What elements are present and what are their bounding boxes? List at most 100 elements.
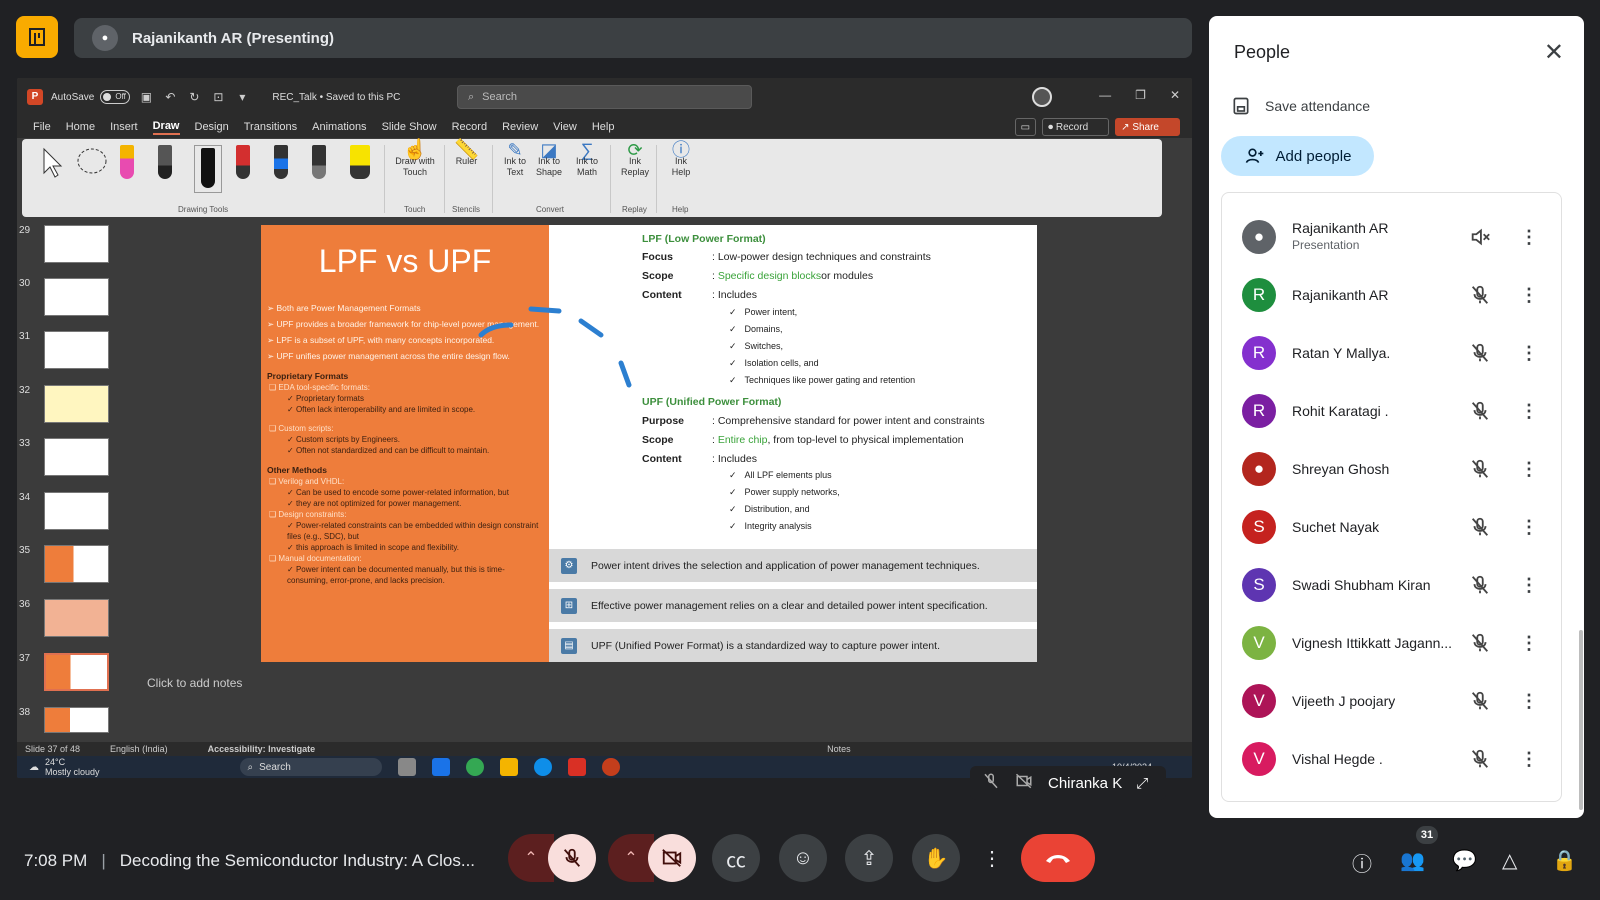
slide-thumb-37-selected[interactable] (44, 653, 109, 691)
more-options-icon[interactable]: ⋮ (1520, 517, 1538, 538)
shared-screen[interactable]: P AutoSave Off ▣ ↶ ↻ ⊡ ▾ REC_Talk • Save… (17, 78, 1192, 778)
draw-with-touch-button[interactable]: ☝ Draw with Touch (394, 140, 436, 178)
pen-red[interactable] (236, 145, 250, 181)
slide-thumb-33[interactable] (44, 438, 109, 476)
mic-off-icon[interactable] (1468, 689, 1492, 713)
accessibility-status[interactable]: Accessibility: Investigate (208, 744, 316, 754)
ink-to-shape-button[interactable]: ◪ Ink to Shape (534, 141, 564, 178)
autosave-toggle[interactable]: Off (100, 90, 131, 104)
redo-icon[interactable]: ↻ (186, 90, 202, 104)
menu-design[interactable]: Design (195, 121, 229, 133)
notes-placeholder[interactable]: Click to add notes (147, 676, 242, 690)
record-button[interactable]: ⏺ Record (1042, 118, 1110, 136)
mic-off-icon[interactable] (1468, 283, 1492, 307)
taskbar-app-icon[interactable] (431, 758, 450, 776)
menu-review[interactable]: Review (502, 121, 538, 133)
participant-row[interactable]: R Ratan Y Mallya. ⋮ (1222, 324, 1561, 382)
current-slide[interactable]: LPF vs UPF ➢ Both are Power Management F… (261, 225, 1037, 662)
mic-off-icon[interactable] (1468, 631, 1492, 655)
share-button[interactable]: ↗ Share (1115, 118, 1180, 136)
slide-thumb-30[interactable] (44, 278, 109, 316)
ppt-search-box[interactable]: ⌕ Search (457, 85, 752, 109)
present-button[interactable]: ⇪ (845, 834, 893, 882)
camera-toggle-button[interactable] (648, 834, 696, 882)
language-status[interactable]: English (India) (110, 744, 168, 754)
floating-self-view[interactable]: Chiranka K ⤢ (970, 766, 1166, 800)
document-title[interactable]: REC_Talk • Saved to this PC (272, 92, 400, 103)
more-options-icon[interactable]: ⋮ (1520, 575, 1538, 596)
add-people-button[interactable]: Add people (1221, 136, 1374, 176)
participant-row[interactable]: ● Shreyan Ghosh ⋮ (1222, 440, 1561, 498)
comments-button[interactable]: ▭ (1014, 118, 1037, 136)
pen-black-1[interactable] (158, 145, 172, 181)
more-options-icon[interactable]: ⋮ (1520, 459, 1538, 480)
slide-thumb-31[interactable] (44, 331, 109, 369)
taskbar-app-icon[interactable] (397, 758, 416, 776)
more-options-icon[interactable]: ⋮ (1520, 227, 1538, 248)
ink-to-math-button[interactable]: ∑ Ink to Math (570, 141, 604, 178)
mic-off-icon[interactable] (1468, 341, 1492, 365)
minimize-icon[interactable]: — (1099, 88, 1111, 102)
pen-blue[interactable] (274, 145, 288, 181)
host-controls-icon[interactable]: 🔒 (1552, 848, 1577, 873)
more-options-icon[interactable]: ⋮ (1520, 691, 1538, 712)
expand-icon[interactable]: ⤢ (1136, 775, 1148, 792)
raise-hand-button[interactable]: ✋ (912, 834, 960, 882)
pen-gray[interactable] (312, 145, 326, 181)
save-attendance-button[interactable]: Save attendance (1231, 96, 1370, 116)
ink-replay-button[interactable]: ⟳ Ink Replay (620, 141, 650, 178)
mic-off-icon[interactable] (1468, 399, 1492, 423)
menu-home[interactable]: Home (66, 121, 95, 133)
mic-off-icon[interactable] (1468, 573, 1492, 597)
menu-record[interactable]: Record (452, 121, 487, 133)
menu-file[interactable]: File (33, 121, 51, 133)
notes-toggle[interactable]: Notes (827, 744, 851, 754)
more-options-icon[interactable]: ⋮ (1520, 749, 1538, 770)
people-icon[interactable]: 👥 (1400, 848, 1425, 873)
participant-row[interactable]: R Rohit Karatagi . ⋮ (1222, 382, 1561, 440)
menu-transitions[interactable]: Transitions (244, 121, 297, 133)
activities-icon[interactable]: △ (1502, 848, 1517, 873)
participant-row[interactable]: V Vijeeth J poojary ⋮ (1222, 672, 1561, 730)
participant-row[interactable]: R Rajanikanth AR ⋮ (1222, 266, 1561, 324)
menu-help[interactable]: Help (592, 121, 615, 133)
menu-view[interactable]: View (553, 121, 577, 133)
edge-icon[interactable] (533, 758, 552, 776)
ink-to-text-button[interactable]: ✎ Ink to Text (500, 141, 530, 178)
slide-thumb-29[interactable] (44, 225, 109, 263)
menu-slide-show[interactable]: Slide Show (382, 121, 437, 133)
save-icon[interactable]: ▣ (138, 90, 154, 104)
slide-thumb-34[interactable] (44, 492, 109, 530)
powerpoint-taskbar-icon[interactable] (601, 758, 620, 776)
participant-row[interactable]: ● Rajanikanth AR Presentation ⋮ (1222, 208, 1561, 266)
customize-icon[interactable]: ▾ (234, 90, 250, 104)
mic-toggle-button[interactable] (548, 834, 596, 882)
people-scrollbar[interactable] (1579, 630, 1583, 810)
more-options-icon[interactable]: ⋮ (1520, 401, 1538, 422)
menu-animations[interactable]: Animations (312, 121, 366, 133)
chrome-icon[interactable] (465, 758, 484, 776)
select-tool[interactable] (36, 145, 66, 181)
mic-off-icon[interactable] (1468, 747, 1492, 771)
participant-row[interactable]: S Swadi Shubham Kiran ⋮ (1222, 556, 1561, 614)
close-icon[interactable]: ✕ (1544, 38, 1564, 67)
more-options-icon[interactable]: ⋮ (1520, 285, 1538, 306)
more-options-icon[interactable]: ⋮ (1520, 343, 1538, 364)
highlighter-pink[interactable] (120, 145, 134, 181)
participant-row[interactable]: S Suchet Nayak ⋮ (1222, 498, 1561, 556)
folder-icon[interactable] (499, 758, 518, 776)
ink-help-button[interactable]: ⓘ Ink Help (668, 141, 694, 178)
participant-row[interactable]: V Vignesh Ittikkatt Jagann... ⋮ (1222, 614, 1561, 672)
slide-thumb-36[interactable] (44, 599, 109, 637)
slide-thumb-38[interactable] (44, 707, 109, 733)
lasso-tool[interactable] (72, 145, 112, 183)
undo-icon[interactable]: ↶ (162, 90, 178, 104)
mic-off-icon[interactable] (1468, 515, 1492, 539)
slide-thumb-35[interactable] (44, 545, 109, 583)
leave-call-button[interactable] (1021, 834, 1095, 882)
chat-icon[interactable]: 💬 (1452, 848, 1477, 873)
ruler-button[interactable]: 📏 Ruler (454, 140, 479, 167)
mic-off-icon[interactable] (1468, 457, 1492, 481)
participant-row[interactable]: V Vishal Hegde . ⋮ (1222, 730, 1561, 788)
highlighter-yellow[interactable] (350, 145, 370, 181)
